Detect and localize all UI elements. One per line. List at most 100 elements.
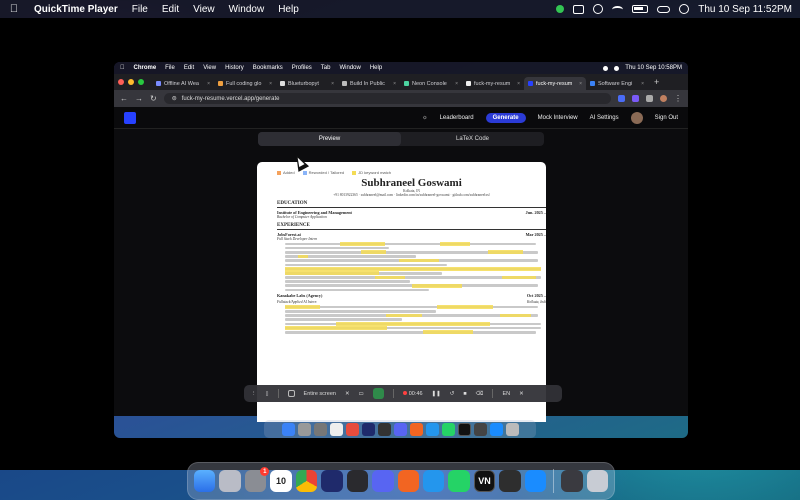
system-settings-icon[interactable]: 1 (244, 467, 270, 492)
inner-menu-view: View (198, 65, 216, 71)
tab-label: Software Engi (598, 80, 633, 87)
inner-wifi-icon (614, 65, 620, 71)
profile-icon[interactable] (660, 95, 667, 102)
bullet-line (285, 275, 541, 280)
menubar-clock[interactable]: Thu 10 Sep 11:52PM (698, 4, 792, 15)
bullet-line (285, 330, 536, 335)
camera-icon[interactable]: ▭ (359, 391, 364, 397)
tab-7-active[interactable]: fuck-my-resum × (524, 77, 586, 90)
resume-preview: Added Reworded / Tailored JD keyword mat… (257, 162, 546, 422)
menu-window[interactable]: Window (229, 4, 265, 15)
reload-icon[interactable]: ↻ (150, 94, 157, 103)
mock-interview-link[interactable]: Mock Interview (538, 115, 578, 121)
screen-mode-icon[interactable] (287, 390, 295, 397)
close-window-icon[interactable] (118, 79, 124, 85)
tab-2[interactable]: Full coding glo × (214, 77, 276, 90)
quicktime-icon[interactable] (561, 470, 583, 492)
sign-out-button[interactable]: Sign Out (655, 115, 678, 121)
close-toolbar-icon[interactable]: ✕ (519, 391, 524, 397)
control-center-icon[interactable] (657, 5, 671, 13)
tab-favicon-icon (466, 81, 471, 86)
menu-edit[interactable]: Edit (162, 4, 179, 15)
tab-favicon-icon (590, 81, 595, 86)
bullet-line (285, 326, 541, 330)
site-info-icon[interactable]: ⊜ (172, 95, 177, 102)
menu-view[interactable]: View (193, 4, 215, 15)
tab-3[interactable]: Blueturbopyt × (276, 77, 338, 90)
zoom-window-icon[interactable] (138, 79, 144, 85)
cube-icon[interactable] (346, 470, 369, 492)
leaderboard-link[interactable]: Leaderboard (440, 115, 474, 121)
vn-icon[interactable]: VN (473, 470, 496, 492)
siri-icon[interactable] (679, 4, 690, 14)
inner-menu-bookmarks: Bookmarks (248, 65, 283, 71)
tab-6[interactable]: fuck-my-resum × (462, 77, 524, 90)
tab-latex-code[interactable]: LaTeX Code (401, 132, 544, 146)
whatsapp-icon[interactable] (448, 470, 470, 492)
ai-settings-button[interactable]: AI Settings (590, 115, 619, 121)
app-icon[interactable] (321, 470, 343, 492)
notification-badge: 1 (260, 467, 270, 476)
finder-icon[interactable] (194, 470, 216, 492)
chrome-menu-icon[interactable]: ⋮ (674, 94, 682, 103)
inner-menu-profiles: Profiles (287, 65, 312, 71)
extension-icon[interactable] (632, 95, 639, 102)
discord-icon[interactable] (372, 470, 394, 492)
tab-5[interactable]: Neon Console × (400, 77, 462, 90)
tab-4[interactable]: Build In Public × (338, 77, 400, 90)
mic-off-icon[interactable]: ✕ (345, 391, 350, 397)
tab-label: fuck-my-resum (536, 80, 573, 87)
theme-toggle-icon[interactable]: ☼ (422, 115, 428, 121)
pause-icon[interactable]: ❚❚ (432, 391, 441, 397)
generate-button[interactable]: Generate (485, 112, 526, 123)
status-box-icon[interactable] (573, 4, 585, 14)
tab-close-icon[interactable]: × (517, 81, 520, 87)
openai-icon[interactable] (499, 470, 521, 492)
tab-close-icon[interactable]: × (269, 81, 272, 87)
tab-favicon-icon (342, 81, 347, 86)
app-menu-quicktime[interactable]: QuickTime Player (34, 4, 118, 15)
wifi-icon[interactable] (612, 5, 624, 13)
menu-help[interactable]: Help (278, 4, 299, 15)
delete-icon[interactable]: ⌫ (476, 391, 484, 397)
tab-close-icon[interactable]: × (455, 81, 458, 87)
minimize-window-icon[interactable] (128, 79, 134, 85)
docker-icon[interactable] (422, 470, 445, 492)
drag-handle-icon[interactable]: ⋮ (251, 391, 257, 397)
extension-icon[interactable] (618, 95, 625, 102)
tab-close-icon[interactable]: × (393, 81, 396, 87)
tab-8[interactable]: Software Engi × (586, 77, 648, 90)
window-mode-icon[interactable]: ▯ (266, 391, 269, 397)
tab-close-icon[interactable]: × (579, 81, 582, 87)
app-store-icon[interactable] (524, 470, 547, 492)
tab-close-icon[interactable]: × (331, 81, 334, 87)
launchpad-icon[interactable] (219, 470, 241, 492)
recording-indicator-icon[interactable] (556, 5, 565, 13)
tab-preview[interactable]: Preview (258, 132, 401, 146)
back-icon[interactable]: ← (120, 94, 128, 103)
calendar-icon[interactable]: 10 (270, 470, 292, 492)
language-selector[interactable]: EN (502, 391, 510, 397)
status-circle-icon[interactable] (593, 4, 604, 14)
restart-icon[interactable]: ↺ (450, 391, 455, 397)
stop-icon[interactable]: ■ (463, 391, 466, 397)
menu-file[interactable]: File (132, 4, 148, 15)
inner-dock-chrome-icon (345, 422, 359, 436)
inner-dock-finder-icon (281, 422, 295, 436)
record-button[interactable] (372, 388, 384, 399)
apple-icon[interactable]:  (8, 3, 20, 15)
battery-icon[interactable] (632, 5, 649, 13)
avatar[interactable] (630, 111, 643, 124)
address-bar[interactable]: ⊜ fuck-my-resume.vercel.app/generate (163, 93, 611, 104)
extensions-puzzle-icon[interactable] (646, 95, 653, 102)
chrome-icon[interactable] (295, 470, 318, 492)
tab-close-icon[interactable]: × (207, 81, 210, 87)
tab-1[interactable]: Offline AI Wea × (152, 77, 214, 90)
entire-screen-label[interactable]: Entire screen (304, 391, 336, 397)
tab-close-icon[interactable]: × (641, 81, 644, 87)
swift-icon[interactable] (397, 470, 419, 492)
trash-icon[interactable] (586, 470, 609, 492)
forward-icon[interactable]: → (135, 94, 143, 103)
new-tab-icon[interactable]: + (654, 77, 659, 87)
app-logo[interactable] (124, 111, 136, 124)
